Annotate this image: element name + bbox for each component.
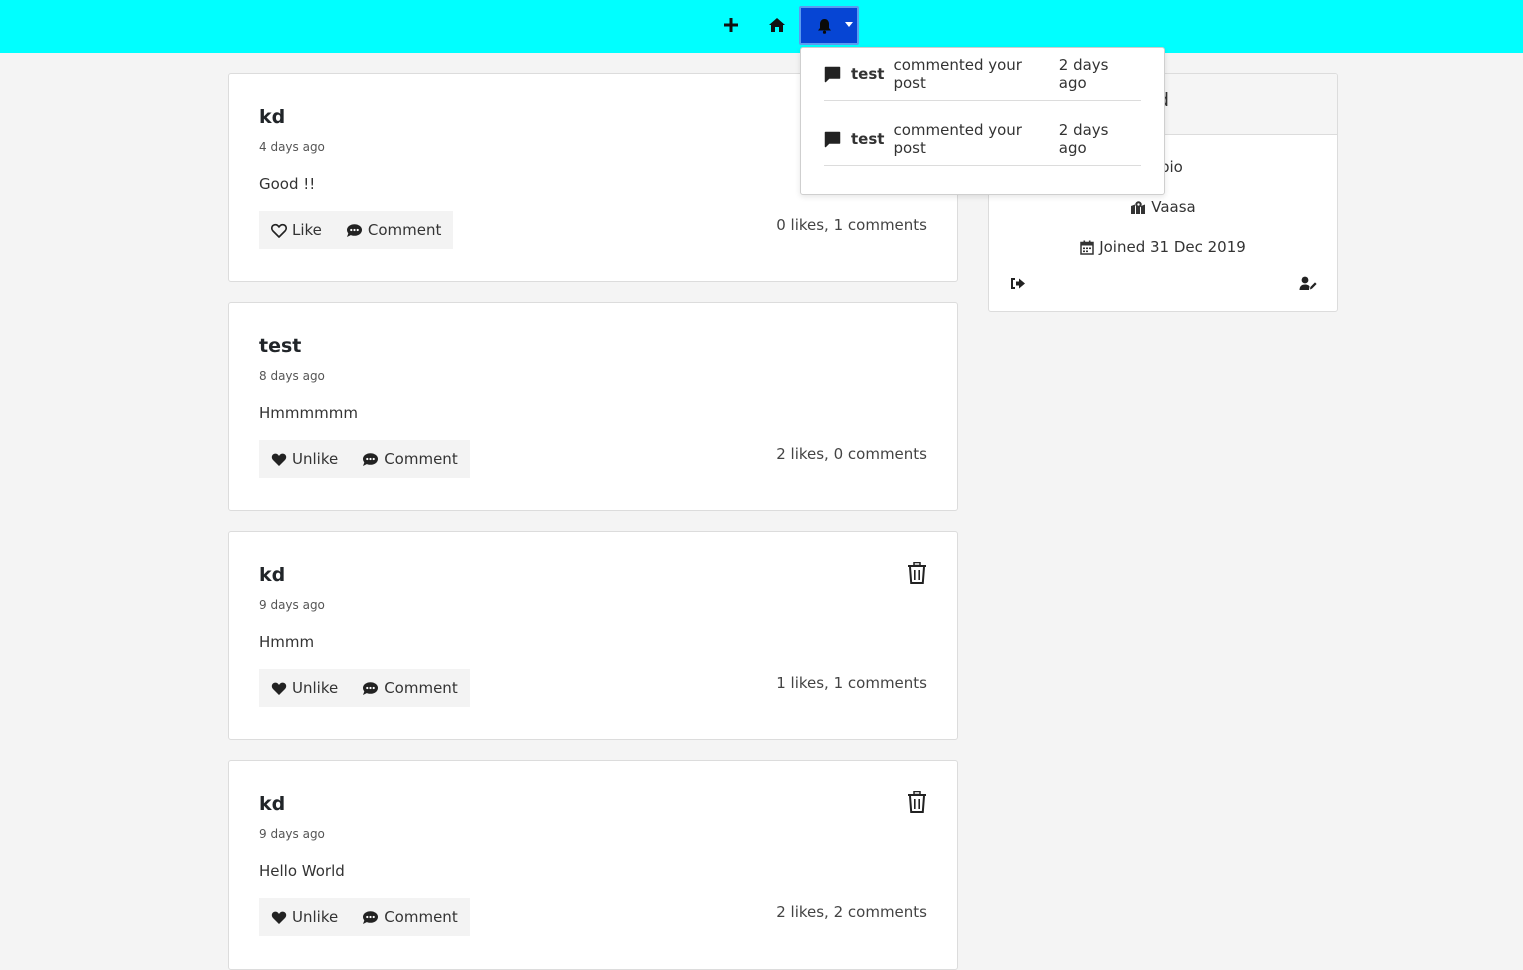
comment-label: Comment (384, 450, 458, 468)
notifications-dropdown: test commented your post 2 days ago test… (800, 47, 1165, 195)
notification-time: 2 days ago (1058, 56, 1109, 92)
notification-item[interactable]: test commented your post 2 days ago (824, 48, 1141, 101)
like-label: Unlike (292, 450, 339, 468)
unlike-button[interactable]: Unlike (259, 669, 351, 707)
heart-icon (271, 453, 287, 466)
comment-button[interactable]: Comment (350, 440, 470, 478)
like-button[interactable]: Like (259, 211, 334, 249)
like-label: Unlike (292, 908, 339, 926)
post-author[interactable]: kd (259, 106, 285, 128)
post-author[interactable]: kd (259, 564, 285, 586)
post-counts: 1 likes, 1 comments (776, 674, 927, 692)
like-label: Like (292, 221, 322, 239)
comment-icon (824, 66, 841, 82)
unlike-button[interactable]: Unlike (259, 440, 351, 478)
post-author[interactable]: test (259, 335, 301, 357)
like-label: Unlike (292, 679, 339, 697)
profile-location: Vaasa (989, 198, 1337, 216)
post-timestamp: 8 days ago (259, 369, 325, 383)
comment-button[interactable]: Comment (350, 898, 470, 936)
comment-label: Comment (384, 679, 458, 697)
edit-profile-button[interactable] (1299, 276, 1317, 295)
post-body: Hmmmmmm (259, 404, 358, 422)
notification-text: commented your post (893, 56, 1022, 92)
profile-joined-text: Joined 31 Dec 2019 (1099, 238, 1246, 256)
heart-outline-icon (271, 223, 287, 238)
plus-icon (724, 18, 738, 32)
heart-icon (271, 911, 287, 924)
comments-icon (363, 681, 379, 695)
calendar-icon (1080, 240, 1094, 255)
comment-label: Comment (384, 908, 458, 926)
post-card: test 8 days ago Hmmmmmm Unlike Comment 2 like… (228, 302, 958, 511)
comments-icon (363, 910, 379, 924)
post-card: kd 9 days ago Hello World Unlike Comment 2 li… (228, 760, 958, 970)
trash-icon (908, 790, 926, 813)
notification-user: test (851, 130, 885, 148)
post-body: Hmmm (259, 633, 315, 651)
post-body: Hello World (259, 862, 345, 880)
post-card: kd 9 days ago Hmmm Unlike Comment 1 likes, 1 … (228, 531, 958, 740)
unlike-button[interactable]: Unlike (259, 898, 351, 936)
post-body: Good !! (259, 175, 316, 193)
post-counts: 2 likes, 2 comments (776, 903, 927, 921)
post-counts: 0 likes, 1 comments (776, 216, 927, 234)
notification-time: 2 days ago (1058, 121, 1109, 157)
post-actions: Unlike Comment (259, 898, 470, 936)
comment-icon (824, 131, 841, 147)
bell-icon (818, 19, 831, 34)
profile-location-text: Vaasa (1151, 198, 1196, 216)
comment-button[interactable]: Comment (350, 669, 470, 707)
comments-icon (363, 452, 379, 466)
post-actions: Like Comment (259, 211, 454, 249)
heart-icon (271, 682, 287, 695)
top-navbar (0, 0, 1523, 53)
map-marker-icon (1131, 200, 1146, 214)
notification-item[interactable]: test commented your post 2 days ago (824, 113, 1141, 166)
profile-joined: Joined 31 Dec 2019 (989, 238, 1337, 256)
post-counts: 2 likes, 0 comments (776, 445, 927, 463)
sign-out-icon (1011, 278, 1025, 289)
delete-post-button[interactable] (907, 561, 927, 588)
post-timestamp: 9 days ago (259, 598, 325, 612)
notification-user: test (851, 65, 885, 83)
post-actions: Unlike Comment (259, 440, 470, 478)
chevron-down-icon (845, 22, 853, 27)
comments-icon (346, 223, 362, 237)
notification-text: commented your post (893, 121, 1022, 157)
add-post-button[interactable] (713, 7, 749, 43)
trash-icon (908, 561, 926, 584)
home-button[interactable] (759, 7, 795, 43)
comment-label: Comment (367, 221, 442, 239)
comment-button[interactable]: Comment (333, 211, 454, 249)
home-icon (769, 18, 785, 32)
post-actions: Unlike Comment (259, 669, 470, 707)
post-timestamp: 9 days ago (259, 827, 325, 841)
user-edit-icon (1299, 276, 1317, 290)
delete-post-button[interactable] (907, 790, 927, 817)
post-author[interactable]: kd (259, 793, 285, 815)
post-timestamp: 4 days ago (259, 140, 325, 154)
notifications-button[interactable] (799, 6, 859, 45)
logout-button[interactable] (1009, 276, 1026, 295)
